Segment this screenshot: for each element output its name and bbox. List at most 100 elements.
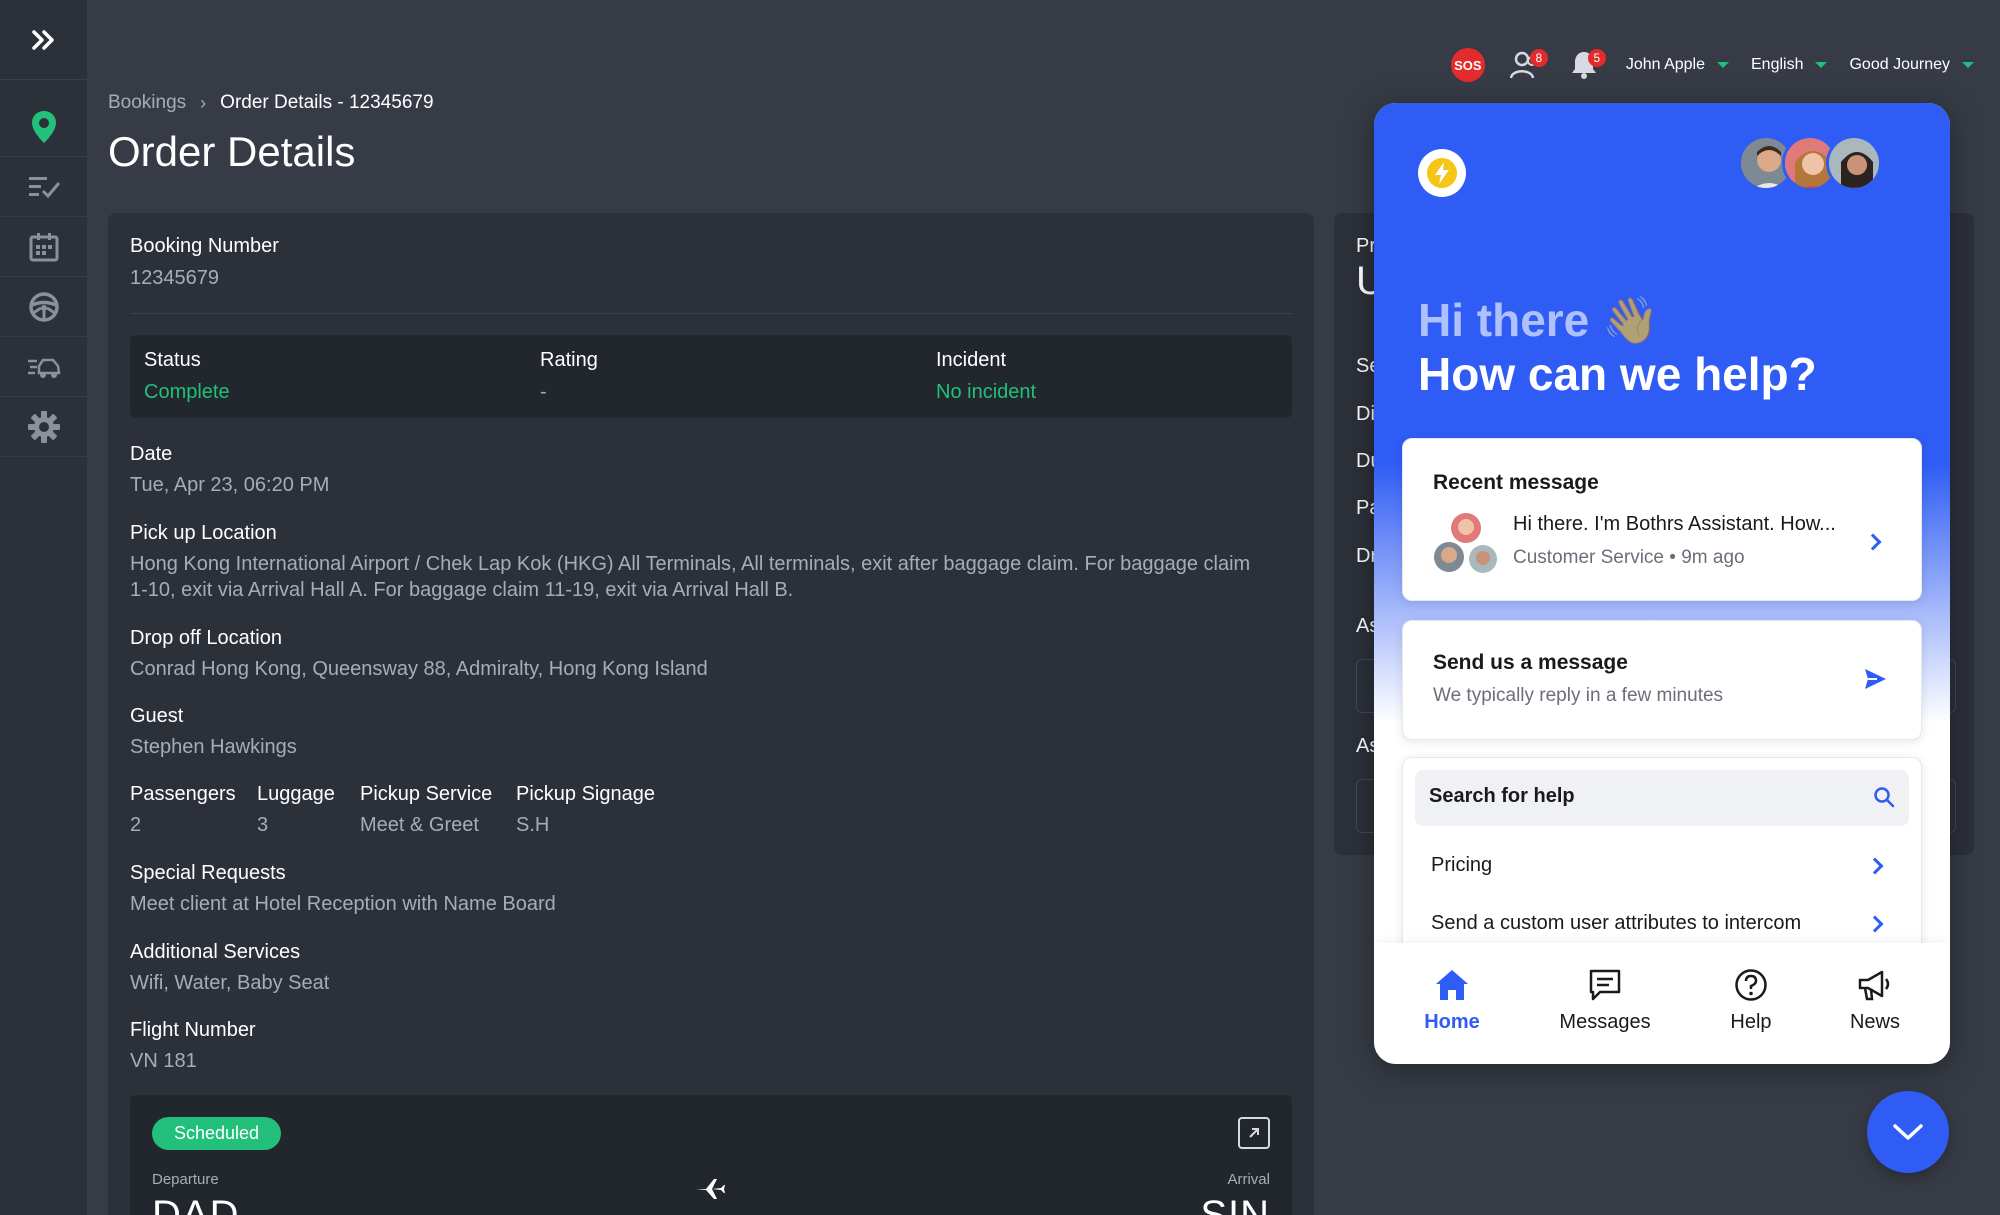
status-label: Status <box>144 349 201 371</box>
airplane-icon <box>696 1179 725 1199</box>
luggage-label: Luggage <box>257 783 335 805</box>
company-menu[interactable]: Good Journey <box>1849 56 1974 74</box>
intercom-messenger: Hi there 👋 How can we help? Recent messa… <box>1374 103 1950 1064</box>
sidebar-item-drivers[interactable] <box>0 277 87 337</box>
send-message-card[interactable]: Send us a message We typically reply in … <box>1402 620 1922 740</box>
tab-messages-label: Messages <box>1559 1011 1651 1033</box>
flight-number-label: Flight Number <box>130 1019 256 1041</box>
luggage-value: 3 <box>257 814 269 836</box>
megaphone-icon <box>1858 970 1890 1001</box>
breadcrumb: Bookings › Order Details - 12345679 <box>108 92 434 114</box>
top-bar: SOS 8 5 John Apple English Good Journey <box>1430 44 1974 86</box>
help-article-title: Pricing <box>1431 854 1493 876</box>
external-link-icon <box>1249 1128 1259 1138</box>
send-message-subtitle: We typically reply in a few minutes <box>1433 685 1724 706</box>
sos-label: SOS <box>1454 57 1482 73</box>
home-icon <box>1436 970 1468 1000</box>
tab-help[interactable]: Help <box>1691 965 1811 1034</box>
recent-message-title: Recent message <box>1433 471 1599 494</box>
chevron-right-icon <box>1866 915 1884 933</box>
pickup-signage-value: S.H <box>516 814 550 836</box>
tab-messages[interactable]: Messages <box>1545 965 1665 1034</box>
departure-code: DAD <box>152 1193 240 1215</box>
user-name: John Apple <box>1625 56 1705 73</box>
expand-sidebar-button[interactable] <box>0 0 87 80</box>
pickup-service-label: Pickup Service <box>360 783 493 805</box>
location-pin-icon <box>31 110 56 143</box>
rating-label: Rating <box>540 349 598 371</box>
pickup-signage-label: Pickup Signage <box>516 783 655 805</box>
chevron-right-icon <box>1866 857 1884 875</box>
messenger-tab-bar: Home Messages Help News <box>1374 943 1950 1064</box>
language-label: English <box>1751 56 1804 73</box>
additional-services-value: Wifi, Water, Baby Seat <box>130 972 330 994</box>
greeting: Hi there 👋 <box>1418 294 1660 346</box>
breadcrumb-bookings[interactable]: Bookings <box>108 92 186 114</box>
tab-news[interactable]: News <box>1815 965 1935 1034</box>
status-summary: Status Complete Rating - Incident No inc… <box>130 335 1292 418</box>
tab-help-label: Help <box>1730 1011 1772 1033</box>
send-message-title: Send us a message <box>1433 651 1628 674</box>
send-icon <box>1865 669 1886 689</box>
sidebar-item-settings[interactable] <box>0 397 87 457</box>
help-icon <box>1735 969 1767 1001</box>
chevron-down-icon <box>1815 62 1828 68</box>
chevron-down-icon <box>1717 62 1729 68</box>
pickup-service-value: Meet & Greet <box>360 814 479 836</box>
chevron-down-icon <box>1893 1124 1923 1140</box>
help-article-title: Send a custom user attributes to interco… <box>1431 912 1802 934</box>
arrival-label: Arrival <box>1227 1171 1270 1188</box>
search-icon <box>1874 787 1895 808</box>
calendar-icon <box>29 232 58 261</box>
messages-icon <box>1589 969 1621 1001</box>
provider-row: Di <box>1356 403 1375 425</box>
fast-car-icon <box>27 358 60 378</box>
booking-details-card: Booking Number 12345679 Status Complete … <box>108 213 1314 1215</box>
search-help-label: Search for help <box>1429 785 1575 807</box>
avatar <box>1826 135 1882 191</box>
pickup-value-line2: 1-10, exit via Arrival Hall A. For bagga… <box>130 579 794 601</box>
dropoff-label: Drop off Location <box>130 627 282 649</box>
lightning-icon <box>1427 158 1457 188</box>
open-flight-button[interactable] <box>1238 1117 1270 1149</box>
steering-wheel-icon <box>28 291 59 322</box>
sidebar-item-vehicles[interactable] <box>0 337 87 397</box>
messenger-launcher-button[interactable] <box>1867 1091 1949 1173</box>
flight-status-badge: Scheduled <box>152 1117 282 1150</box>
company-logo <box>1418 149 1466 197</box>
recent-message-meta: Customer Service • 9m ago <box>1513 547 1745 568</box>
sidebar-item-map[interactable] <box>0 97 87 157</box>
date-label: Date <box>130 443 173 465</box>
sidebar <box>0 0 87 1215</box>
tab-home[interactable]: Home <box>1392 965 1512 1034</box>
flight-status-card: Scheduled Departure DAD Arrival SIN <box>130 1095 1292 1215</box>
search-help-input[interactable]: Search for help <box>1415 770 1909 826</box>
team-avatars <box>1433 511 1499 577</box>
help-article-item[interactable]: Pricing <box>1403 838 1923 894</box>
arrival-code: SIN <box>1200 1193 1270 1215</box>
flight-number-value: VN 181 <box>130 1050 197 1072</box>
pickup-value-line1: Hong Kong International Airport / Chek L… <box>130 553 1251 575</box>
users-button[interactable]: 8 <box>1506 45 1548 85</box>
special-requests-value: Meet client at Hotel Reception with Name… <box>130 893 556 915</box>
date-value: Tue, Apr 23, 06:20 PM <box>130 474 330 496</box>
page-title: Order Details <box>108 128 356 175</box>
incident-value: No incident <box>936 381 1037 403</box>
chevron-right-icon <box>1864 533 1882 551</box>
double-chevron-right-icon <box>31 29 54 50</box>
special-requests-label: Special Requests <box>130 862 286 884</box>
additional-services-label: Additional Services <box>130 941 301 963</box>
notifications-button[interactable]: 5 <box>1564 45 1606 85</box>
passengers-label: Passengers <box>130 783 236 805</box>
divider <box>130 313 1292 314</box>
recent-message-card[interactable]: Recent message Hi there. I'm Bothrs Assi… <box>1402 438 1922 601</box>
language-menu[interactable]: English <box>1751 56 1828 74</box>
tasks-icon <box>28 176 60 198</box>
user-menu[interactable]: John Apple <box>1626 56 1729 74</box>
headline: How can we help? <box>1418 348 1817 400</box>
sidebar-item-tasks[interactable] <box>0 157 87 217</box>
guest-value: Stephen Hawkings <box>130 736 297 758</box>
sos-button[interactable]: SOS <box>1448 45 1488 85</box>
sidebar-item-calendar[interactable] <box>0 217 87 277</box>
company-label: Good Journey <box>1849 56 1950 73</box>
